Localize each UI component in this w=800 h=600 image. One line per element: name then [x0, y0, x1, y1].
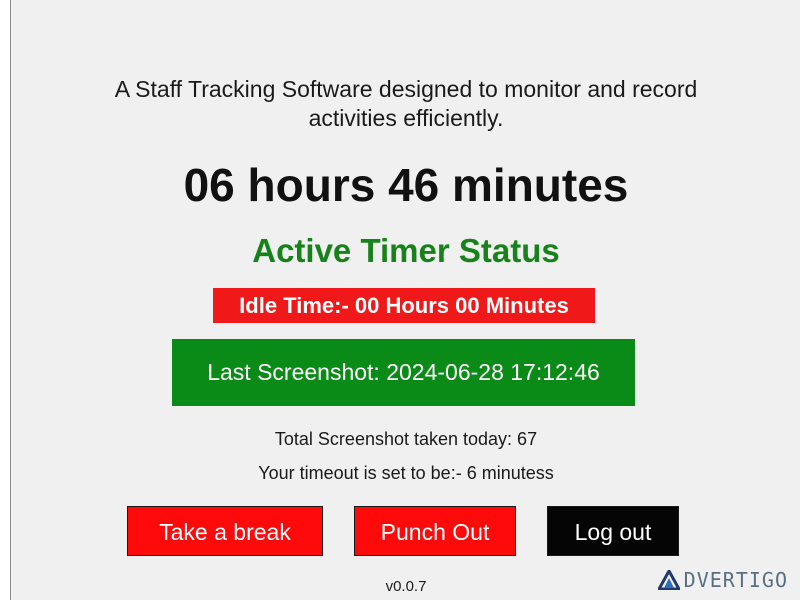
timer-status: Active Timer Status: [252, 232, 560, 269]
total-screenshots-text: Total Screenshot taken today: 67: [274, 429, 538, 449]
worked-time: 06 hours 46 minutes: [183, 159, 629, 211]
description-line-1: A Staff Tracking Software designed to mo…: [114, 76, 698, 102]
app-description: A Staff Tracking Software designed to mo…: [11, 75, 800, 133]
idle-time-badge: Idle Time:- 00 Hours 00 Minutes: [213, 288, 595, 323]
last-screenshot-panel: Last Screenshot: 2024-06-28 17:12:46: [172, 339, 635, 406]
watermark-text: DVERTIGO: [683, 568, 788, 592]
punch-out-button[interactable]: Punch Out: [354, 506, 516, 556]
description-line-2: activities efficiently.: [308, 105, 504, 131]
triangle-logo-icon: [657, 570, 680, 590]
watermark: DVERTIGO: [657, 566, 788, 594]
take-a-break-button[interactable]: Take a break: [127, 506, 323, 556]
app-window: A Staff Tracking Software designed to mo…: [10, 0, 800, 600]
timeout-text: Your timeout is set to be:- 6 minutess: [258, 463, 554, 483]
log-out-button[interactable]: Log out: [547, 506, 679, 556]
